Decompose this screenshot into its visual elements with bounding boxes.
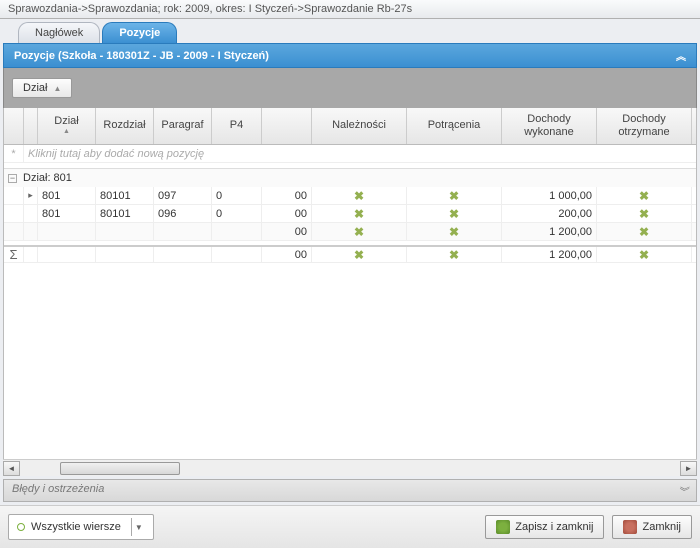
col-p4[interactable]: P4	[212, 108, 262, 144]
sigma-icon: Σ	[4, 247, 24, 262]
grid-body: * Kliknij tutaj aby dodać nową pozycję −…	[4, 145, 696, 459]
cell-naleznosci[interactable]: ✖	[312, 205, 407, 222]
scrollbar-thumb[interactable]	[60, 462, 180, 475]
cell-potracenia[interactable]: ✖	[407, 187, 502, 204]
col-potracenia[interactable]: Potrącenia	[407, 108, 502, 144]
subtotal-blank: 00	[262, 223, 312, 240]
x-icon: ✖	[354, 225, 364, 239]
group-subtotal-row: 00 ✖ ✖ 1 200,00 ✖	[4, 223, 696, 241]
subtotal-dwyk: 1 200,00	[502, 223, 597, 240]
section-header[interactable]: Pozycje (Szkoła - 180301Z - JB - 2009 - …	[3, 43, 697, 68]
collapse-icon[interactable]: −	[8, 174, 17, 183]
x-icon: ✖	[639, 225, 649, 239]
col-paragraf[interactable]: Paragraf	[154, 108, 212, 144]
x-icon: ✖	[639, 207, 649, 221]
data-grid: Dział▲ Rozdział Paragraf P4 Należności P…	[3, 108, 697, 459]
cell-blank[interactable]: 00	[262, 187, 312, 204]
x-icon: ✖	[449, 225, 459, 239]
cell-rozdzial[interactable]: 80101	[96, 187, 154, 204]
bottom-toolbar: Wszystkie wiersze ▼ Zapisz i zamknij Zam…	[0, 505, 700, 548]
errors-panel-header[interactable]: Błędy i ostrzeżenia ︾	[3, 479, 697, 502]
breadcrumb-titlebar: Sprawozdania->Sprawozdania; rok: 2009, o…	[0, 0, 700, 19]
cell-dzial[interactable]: 801	[38, 205, 96, 222]
group-by-chip-dzial[interactable]: Dział ▲	[12, 78, 72, 98]
cell-dochody-wykonane[interactable]: 1 000,00	[502, 187, 597, 204]
scroll-right-button[interactable]: ►	[680, 461, 697, 476]
filter-status-icon	[17, 523, 25, 531]
group-chip-label: Dział	[23, 82, 47, 94]
sort-asc-icon: ▲	[53, 84, 61, 93]
col-dzial[interactable]: Dział▲	[38, 108, 96, 144]
grand-dwyk: 1 200,00	[502, 247, 597, 262]
grid-header-row: Dział▲ Rozdział Paragraf P4 Należności P…	[4, 108, 696, 145]
new-row-hint: Kliknij tutaj aby dodać nową pozycję	[24, 145, 696, 162]
col-dochody-wykonane[interactable]: Dochody wykonane	[502, 108, 597, 144]
row-pointer-icon: ▸	[24, 187, 38, 204]
new-row-indicator: *	[4, 145, 24, 162]
new-row-placeholder[interactable]: * Kliknij tutaj aby dodać nową pozycję	[4, 145, 696, 163]
cell-dochody-otrzymane[interactable]: ✖	[597, 187, 692, 204]
x-icon: ✖	[639, 248, 649, 262]
cell-paragraf[interactable]: 096	[154, 205, 212, 222]
x-icon: ✖	[354, 207, 364, 221]
cell-rozdzial[interactable]: 80101	[96, 205, 154, 222]
cell-p4[interactable]: 0	[212, 205, 262, 222]
grand-total-row: Σ 00 ✖ ✖ 1 200,00 ✖	[4, 245, 696, 263]
col-expander	[24, 108, 38, 144]
x-icon: ✖	[354, 189, 364, 203]
col-dochody-otrzymane[interactable]: Dochody otrzymane	[597, 108, 692, 144]
table-row[interactable]: ▸ 801 80101 097 0 00 ✖ ✖ 1 000,00 ✖	[4, 187, 696, 205]
cell-p4[interactable]: 0	[212, 187, 262, 204]
tab-strip: Nagłówek Pozycje	[0, 19, 700, 43]
x-icon: ✖	[449, 207, 459, 221]
errors-label: Błędy i ostrzeżenia	[12, 483, 104, 498]
group-label: Dział: 801	[23, 172, 72, 184]
filter-dropdown[interactable]: Wszystkie wiersze ▼	[8, 514, 154, 540]
x-icon: ✖	[639, 189, 649, 203]
group-by-panel[interactable]: Dział ▲	[3, 68, 697, 108]
group-row-801[interactable]: − Dział: 801	[4, 169, 696, 187]
close-button[interactable]: Zamknij	[612, 515, 692, 539]
app-window: Sprawozdania->Sprawozdania; rok: 2009, o…	[0, 0, 700, 548]
sort-asc-icon: ▲	[63, 128, 70, 136]
save-icon	[496, 520, 510, 534]
save-and-close-button[interactable]: Zapisz i zamknij	[485, 515, 604, 539]
filter-label: Wszystkie wiersze	[31, 521, 121, 533]
cell-dzial[interactable]: 801	[38, 187, 96, 204]
tab-naglowek[interactable]: Nagłówek	[18, 22, 100, 43]
cell-dochody-otrzymane[interactable]: ✖	[597, 205, 692, 222]
scroll-left-button[interactable]: ◄	[3, 461, 20, 476]
chevron-down-icon: ▼	[131, 518, 145, 536]
cell-blank[interactable]: 00	[262, 205, 312, 222]
col-naleznosci[interactable]: Należności	[312, 108, 407, 144]
col-indicator	[4, 108, 24, 144]
chevron-up-icon: ︽	[676, 48, 686, 63]
section-title: Pozycje (Szkoła - 180301Z - JB - 2009 - …	[14, 50, 269, 62]
table-row[interactable]: 801 80101 096 0 00 ✖ ✖ 200,00 ✖	[4, 205, 696, 223]
x-icon: ✖	[354, 248, 364, 262]
cell-paragraf[interactable]: 097	[154, 187, 212, 204]
horizontal-scrollbar[interactable]: ◄ ►	[3, 459, 697, 476]
x-icon: ✖	[449, 189, 459, 203]
cell-naleznosci[interactable]: ✖	[312, 187, 407, 204]
chevron-down-icon: ︾	[678, 483, 688, 498]
cell-potracenia[interactable]: ✖	[407, 205, 502, 222]
col-rozdzial[interactable]: Rozdział	[96, 108, 154, 144]
col-blank[interactable]	[262, 108, 312, 144]
x-icon: ✖	[449, 248, 459, 262]
tab-pozycje[interactable]: Pozycje	[102, 22, 177, 43]
grand-blank: 00	[262, 247, 312, 262]
close-icon	[623, 520, 637, 534]
cell-dochody-wykonane[interactable]: 200,00	[502, 205, 597, 222]
